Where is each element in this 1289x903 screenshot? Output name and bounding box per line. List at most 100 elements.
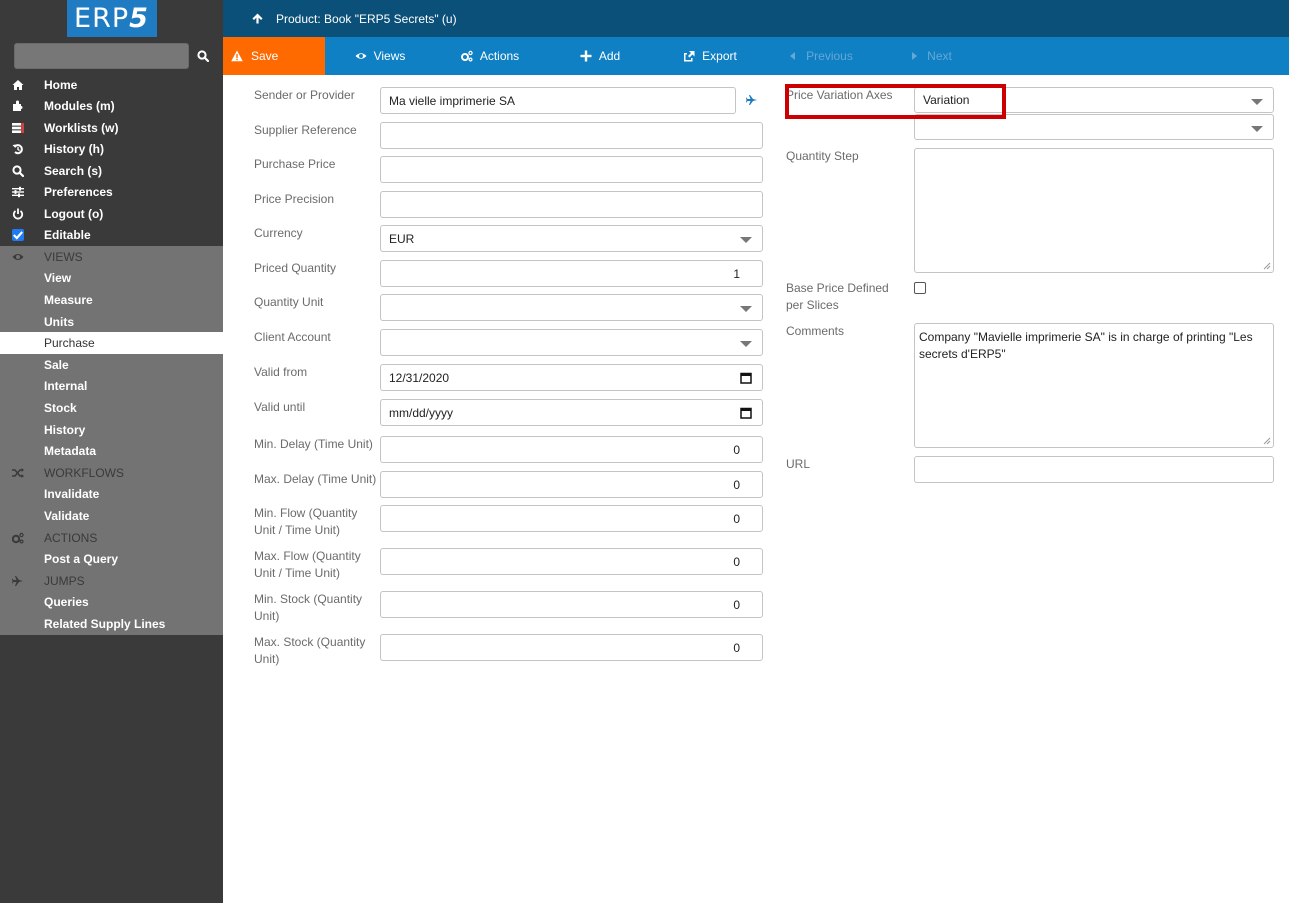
search-icon: [0, 165, 44, 177]
resize-grip-icon[interactable]: [1263, 437, 1271, 445]
url-input[interactable]: [914, 456, 1274, 483]
sidebar-view-internal[interactable]: Internal: [0, 376, 223, 398]
add-button[interactable]: Add: [545, 37, 655, 75]
field-supplier-reference: Supplier Reference: [254, 122, 764, 149]
eye-icon: [0, 251, 44, 263]
sidebar-item-preferences[interactable]: Preferences: [0, 182, 223, 204]
min-flow-input[interactable]: 0: [380, 505, 763, 532]
max-flow-input[interactable]: 0: [380, 548, 763, 575]
sidebar-jump-queries[interactable]: Queries: [0, 592, 223, 614]
sender-or-provider-input[interactable]: Ma vielle imprimerie SA: [380, 87, 736, 114]
quantity-unit-select[interactable]: [380, 294, 763, 321]
chevron-down-icon: [740, 237, 752, 243]
sidebar-item-label: Editable: [44, 228, 91, 243]
actions-button[interactable]: Actions: [435, 37, 545, 75]
sidebar-search-input[interactable]: [14, 42, 189, 69]
sidebar-item-home[interactable]: Home: [0, 74, 223, 96]
sidebar-view-stock[interactable]: Stock: [0, 397, 223, 419]
sidebar-section-jumps: JUMPS: [0, 570, 223, 592]
field-label: Max. Stock (Quantity Unit): [254, 635, 366, 666]
resize-grip-icon[interactable]: [1263, 262, 1271, 270]
sidebar-view-sale[interactable]: Sale: [0, 354, 223, 376]
sidebar-search: [0, 37, 223, 74]
price-variation-axes-select[interactable]: Variation: [914, 87, 1274, 113]
field-client-account: Client Account: [254, 329, 764, 356]
views-button[interactable]: Views: [325, 37, 435, 75]
field-max-delay: Max. Delay (Time Unit) 0: [254, 471, 764, 498]
section-heading: JUMPS: [44, 573, 85, 588]
sidebar-jump-related-supply-lines[interactable]: Related Supply Lines: [0, 613, 223, 635]
home-icon: [0, 79, 44, 91]
sidebar-item-modules[interactable]: Modules (m): [0, 96, 223, 118]
warning-icon: [231, 50, 243, 62]
save-button[interactable]: Save: [223, 37, 325, 75]
sidebar-view-metadata[interactable]: Metadata: [0, 440, 223, 462]
field-min-flow: Min. Flow (Quantity Unit / Time Unit) 0: [254, 505, 764, 539]
search-button[interactable]: [189, 43, 217, 69]
add-label: Add: [598, 49, 621, 63]
sidebar-item-label: Home: [44, 77, 78, 92]
field-value: 0: [733, 442, 740, 457]
priced-quantity-input[interactable]: 1: [380, 260, 763, 287]
field-label: Price Precision: [254, 192, 335, 206]
next-button[interactable]: Next: [875, 37, 985, 75]
sidebar-view-units[interactable]: Units: [0, 311, 223, 333]
base-price-per-slices-checkbox[interactable]: [914, 282, 926, 294]
min-stock-input[interactable]: 0: [380, 591, 763, 618]
sidebar-item-editable[interactable]: Editable: [0, 225, 223, 247]
field-valid-until: Valid until mm/dd/yyyy: [254, 399, 764, 426]
sidebar-view-measure[interactable]: Measure: [0, 289, 223, 311]
field-label: Base Price Defined per Slices: [786, 281, 889, 312]
sidebar-view-view[interactable]: View: [0, 268, 223, 290]
sidebar-item-label: Purchase: [44, 336, 95, 351]
calendar-icon[interactable]: [740, 372, 752, 384]
erp5-logo[interactable]: ERP5: [66, 0, 157, 37]
supplier-reference-input[interactable]: [380, 122, 763, 149]
field-label: Supplier Reference: [254, 123, 357, 137]
caret-right-icon: [912, 52, 918, 60]
sidebar-action-post-query[interactable]: Post a Query: [0, 548, 223, 570]
field-value: 0: [733, 640, 740, 655]
previous-button[interactable]: Previous: [765, 37, 875, 75]
arrow-up-icon[interactable]: [252, 13, 266, 24]
sidebar-item-logout[interactable]: Logout (o): [0, 203, 223, 225]
field-label: Sender or Provider: [254, 88, 355, 102]
cogs-icon: [0, 532, 44, 544]
jump-plane-icon[interactable]: [746, 94, 758, 114]
sidebar-item-label: View: [44, 271, 72, 286]
calendar-icon[interactable]: [740, 407, 752, 419]
max-stock-input[interactable]: 0: [380, 634, 763, 661]
field-comments: Comments Company "Mavielle imprimerie SA…: [786, 323, 1274, 448]
field-label: Min. Stock (Quantity Unit): [254, 592, 363, 623]
field-label: Valid from: [254, 365, 308, 379]
sidebar-item-history[interactable]: History (h): [0, 139, 223, 161]
sidebar-item-label: Preferences: [44, 185, 113, 200]
field-label: Max. Delay (Time Unit): [254, 472, 377, 486]
min-delay-input[interactable]: 0: [380, 436, 763, 463]
client-account-select[interactable]: [380, 329, 763, 356]
section-heading: WORKFLOWS: [44, 465, 124, 480]
export-button[interactable]: Export: [655, 37, 765, 75]
currency-select[interactable]: EUR: [380, 225, 763, 252]
sidebar-item-search[interactable]: Search (s): [0, 160, 223, 182]
comments-textarea[interactable]: Company "Mavielle imprimerie SA" is in c…: [914, 323, 1274, 448]
save-label: Save: [251, 49, 279, 63]
price-precision-input[interactable]: [380, 191, 763, 218]
purchase-price-input[interactable]: [380, 156, 763, 183]
sidebar-view-purchase[interactable]: Purchase: [0, 332, 223, 354]
sidebar-item-label: Post a Query: [44, 552, 119, 567]
sidebar-item-worklists[interactable]: Worklists (w): [0, 117, 223, 139]
valid-from-date-input[interactable]: 12/31/2020: [380, 364, 763, 391]
sidebar-workflow-invalidate[interactable]: Invalidate: [0, 484, 223, 506]
field-min-delay: Min. Delay (Time Unit) 0: [254, 436, 764, 463]
quantity-step-textarea[interactable]: [914, 148, 1274, 273]
sidebar-item-label: Sale: [44, 357, 69, 372]
checkbox-checked-icon[interactable]: [12, 229, 24, 242]
sidebar-view-history[interactable]: History: [0, 419, 223, 441]
next-label: Next: [927, 49, 952, 63]
max-delay-input[interactable]: 0: [380, 471, 763, 498]
page-title[interactable]: Product: Book "ERP5 Secrets" (u): [276, 12, 457, 26]
price-variation-axes-select-2[interactable]: [914, 114, 1274, 140]
valid-until-date-input[interactable]: mm/dd/yyyy: [380, 399, 763, 426]
sidebar-workflow-validate[interactable]: Validate: [0, 505, 223, 527]
